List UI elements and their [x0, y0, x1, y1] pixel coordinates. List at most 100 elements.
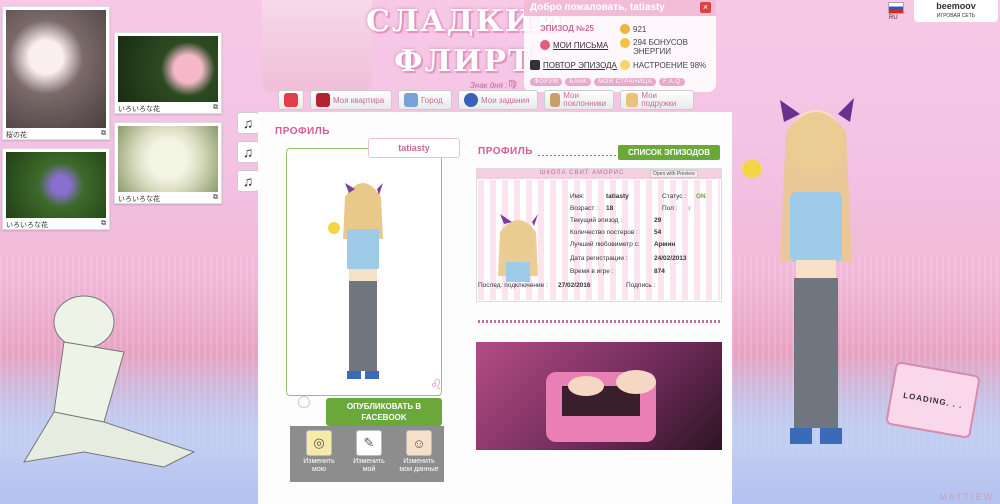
age-label: Возраст : [570, 205, 598, 212]
energy-value: 294 БОНУСОВ ЭНЕРГИИ [633, 38, 688, 56]
photo-caption: いろいろな花 [118, 196, 160, 203]
pen-icon: ✎ [356, 430, 382, 456]
photo-purple-flower[interactable]: いろいろな花 ⧉ [2, 148, 110, 230]
profile-right-title: ПРОФИЛЬ [478, 146, 533, 157]
home-icon [284, 93, 298, 107]
avatar-illustration [343, 183, 383, 379]
change-data-button[interactable]: ☺ Изменить мои данные [396, 430, 442, 474]
radio-circle[interactable] [298, 396, 310, 408]
posters-value: 54 [654, 229, 662, 236]
episode-label: ЭПИЗОД № [540, 24, 586, 33]
nav-label: Моя квартира [333, 95, 385, 105]
wolf-girl-illustration [23, 295, 196, 468]
expand-icon[interactable]: ⧉ [213, 194, 218, 204]
expand-icon[interactable]: ⧉ [101, 220, 106, 230]
hydrangea-image [118, 126, 218, 192]
photo-cherry-blossom[interactable]: 桜の花 ⧉ [2, 6, 110, 140]
letter-icon [540, 40, 550, 50]
expand-icon[interactable]: ⧉ [101, 130, 106, 140]
last-connection-value: 27/02/2016 [558, 282, 591, 289]
tab-my-page[interactable]: МОЯ СТРАНИЦА [594, 78, 657, 86]
energy-row: 294 БОНУСОВ ЭНЕРГИИ [620, 38, 710, 56]
zodiac-icon: ♍ [508, 79, 517, 90]
sub-navigation: ФОРУМ БАНК МОЯ СТРАНИЦА F.A.Q [530, 78, 685, 86]
header-girl-illustration [262, 0, 372, 92]
mood-row: НАСТРОЕНИЕ 98% [620, 60, 706, 70]
school-header: ШКОЛА СВИТ АМОРИС [540, 170, 625, 176]
registration-label: Дата регистрации : [570, 255, 628, 262]
episode-label: Текущий эпизод : [570, 217, 623, 224]
music-note-icon[interactable]: ♫ [237, 141, 259, 163]
typewriter-video[interactable] [476, 342, 722, 450]
episode-value: 29 [654, 217, 662, 224]
nav-my-admirers[interactable]: Мои поклонники [544, 90, 614, 110]
girlfriend-icon [626, 93, 639, 107]
replay-label: ПОВТОР ЭПИЗОДА [543, 60, 617, 70]
expand-icon[interactable]: ⧉ [213, 104, 218, 114]
tab-forum[interactable]: ФОРУМ [530, 78, 563, 86]
music-note-icon[interactable]: ♫ [237, 112, 259, 134]
nav-home[interactable] [278, 90, 304, 110]
publish-facebook-button[interactable]: ОПУБЛИКОВАТЬ В FACEBOOK [326, 398, 442, 426]
nav-city[interactable]: Город [398, 90, 452, 110]
main-navigation: Моя квартира Город Мои задания Мои покло… [278, 90, 694, 112]
photo-caption: いろいろな花 [118, 106, 160, 113]
artist-watermark: MATTIEW [939, 492, 994, 502]
coin-icon [620, 24, 630, 34]
last-connection-label: Послед. подключение : [478, 282, 548, 289]
film-icon [530, 60, 540, 70]
photo-hydrangea[interactable]: いろいろな花 ⧉ [114, 122, 222, 204]
name-value: tatiasty [606, 193, 629, 200]
city-icon [404, 93, 418, 107]
name-label: Имя: [570, 193, 585, 200]
profile-left-title: ПРОФИЛЬ [275, 126, 330, 137]
nav-label: Город [421, 95, 443, 105]
language-label: RU [889, 15, 898, 21]
purple-flower-image [6, 152, 106, 218]
smiley-icon [328, 222, 340, 234]
beemoov-sub: ИГРОВАЯ СЕТЬ [936, 13, 976, 19]
female-icon: ♀ [686, 203, 693, 213]
logo-line2[interactable]: ФЛИРТ [394, 44, 532, 79]
sign-of-day-label: Знак дня : [470, 81, 508, 90]
nav-label: Мои задания [481, 95, 530, 105]
age-value: 18 [606, 205, 614, 212]
episodes-list-button[interactable]: СПИСОК ЭПИЗОДОВ [618, 145, 720, 160]
avatar-frame [286, 148, 442, 396]
nav-my-tasks[interactable]: Мои задания [458, 90, 538, 110]
russian-flag-icon[interactable] [888, 2, 904, 14]
coin-icon: ◎ [306, 430, 332, 456]
letters-link[interactable]: МОИ ПИСЬМА [540, 40, 608, 50]
nav-label: Мои поклонники [563, 91, 607, 108]
action-label: Изменить мою [303, 458, 335, 473]
tab-bank[interactable]: БАНК [565, 78, 592, 86]
letters-label: МОИ ПИСЬМА [553, 40, 609, 50]
music-note-icon[interactable]: ♫ [237, 170, 259, 192]
gender-label: Пол : [662, 205, 678, 212]
close-icon[interactable]: × [700, 2, 711, 13]
title-dots [538, 155, 616, 156]
photo-caption: 桜の花 [6, 132, 27, 139]
open-preview-button[interactable]: Open with Preview [650, 170, 698, 178]
camellia-image [118, 36, 218, 102]
dollars-value: 921 [633, 24, 647, 34]
nav-my-apartment[interactable]: Моя квартира [310, 90, 392, 110]
posters-label: Количество постеров : [570, 229, 638, 236]
replay-episode-link[interactable]: ПОВТОР ЭПИЗОДА [530, 60, 617, 70]
typewriter-image [546, 370, 656, 442]
episode-row: ЭПИЗОД №25 [540, 24, 594, 33]
dollars-row: 921 [620, 24, 646, 34]
time-label: Время в игре : [570, 268, 614, 275]
nav-my-girlfriends[interactable]: Мои подружки [620, 90, 694, 110]
mood-value: НАСТРОЕНИЕ 98% [633, 60, 707, 70]
photo-camellia[interactable]: いろいろな花 ⧉ [114, 32, 222, 114]
episode-number: 25 [585, 24, 594, 33]
cherry-blossom-image [6, 10, 106, 128]
beemoov-logo[interactable]: beemoov ИГРОВАЯ СЕТЬ [914, 0, 998, 22]
portrait-icon: ☺ [406, 430, 432, 456]
target-icon [464, 93, 478, 107]
change-coin-button[interactable]: ◎ Изменить мою [296, 430, 342, 474]
status-label: Статус : [662, 193, 687, 200]
change-signature-button[interactable]: ✎ Изменить мой [346, 430, 392, 474]
tab-faq[interactable]: F.A.Q [659, 78, 685, 86]
